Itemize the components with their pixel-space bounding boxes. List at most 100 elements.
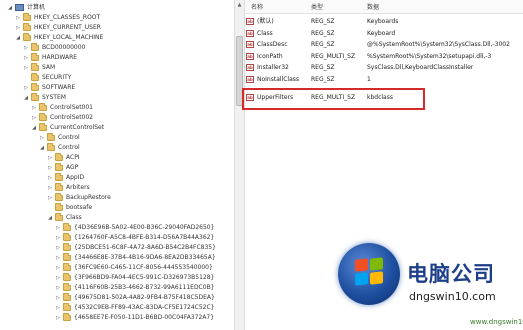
collapsed-arrow-icon[interactable]: ▷ xyxy=(54,293,62,303)
tree-item[interactable]: ▷ {34466E8E-37B4-4B16-9DA6-8EA2DB33465A} xyxy=(54,253,216,263)
folder-icon xyxy=(63,243,71,251)
tree-item[interactable]: ▷ Control xyxy=(38,133,80,143)
folder-icon xyxy=(55,203,63,211)
collapsed-arrow-icon[interactable]: ▷ xyxy=(54,303,62,313)
tree-item[interactable]: ▷ {4532C9EB-FF89-43AC-83DA-CF5E1724C52C} xyxy=(54,303,215,313)
tree-item[interactable]: bootsafe xyxy=(46,203,92,213)
folder-icon xyxy=(31,73,39,81)
value-data: 1 xyxy=(367,75,371,83)
collapsed-arrow-icon[interactable]: ▷ xyxy=(22,63,30,73)
folder-icon xyxy=(55,183,63,191)
tree-item[interactable]: ▷ AppID xyxy=(46,173,84,183)
collapsed-arrow-icon[interactable]: ▷ xyxy=(22,43,30,53)
collapsed-arrow-icon[interactable]: ▷ xyxy=(54,273,62,283)
collapsed-arrow-icon[interactable]: ▷ xyxy=(54,283,62,293)
tree-item[interactable]: ▷ HKEY_CLASSES_ROOT xyxy=(14,13,100,23)
tree-item-label: BackupRestore xyxy=(66,194,111,201)
folder-icon xyxy=(31,43,39,51)
expanded-arrow-icon[interactable]: ◢ xyxy=(38,143,46,153)
collapsed-arrow-icon[interactable]: ▷ xyxy=(46,153,54,163)
collapsed-arrow-icon[interactable]: ▷ xyxy=(46,163,54,173)
value-type: REG_MULTI_SZ xyxy=(311,52,356,60)
collapsed-arrow-icon[interactable]: ▷ xyxy=(14,23,22,33)
tree-item[interactable]: ▷ BackupRestore xyxy=(46,193,111,203)
value-row[interactable]: ab ClassDesc REG_SZ @%SystemRoot%\System32\… xyxy=(245,39,523,50)
tree-item[interactable]: ▷ {49675D81-502A-4A82-9FB4-B75F418C5DEA} xyxy=(54,293,215,303)
expanded-arrow-icon[interactable]: ◢ xyxy=(46,213,54,223)
tree-item[interactable]: ▷ SOFTWARE xyxy=(22,83,75,93)
folder-icon xyxy=(31,83,39,91)
computer-icon xyxy=(15,4,24,11)
folder-icon xyxy=(63,263,71,271)
column-type-header[interactable]: 类型 xyxy=(311,2,323,11)
string-value-icon: ab xyxy=(246,64,254,71)
collapsed-arrow-icon[interactable]: ▷ xyxy=(22,53,30,63)
tree-item-label: Arbiters xyxy=(66,184,90,191)
collapsed-arrow-icon[interactable]: ▷ xyxy=(14,13,22,23)
collapsed-arrow-icon[interactable]: ▷ xyxy=(22,83,30,93)
tree-item[interactable]: ▷ SAM xyxy=(22,63,55,73)
value-row[interactable]: ab NoInstallClass REG_SZ 1 xyxy=(245,74,523,85)
tree-item[interactable]: ◢ CurrentControlSet xyxy=(30,123,104,133)
tree-item[interactable]: ▷ {25DBCE51-6C8F-4A72-8A6D-B54C2B4FC835} xyxy=(54,243,216,253)
tree-item-label: bootsafe xyxy=(66,204,93,211)
expanded-arrow-icon[interactable]: ◢ xyxy=(30,123,38,133)
tree-item-label: {3F966BD9-FA04-4EC5-991C-D326973B5128} xyxy=(74,274,215,281)
tree-item[interactable]: ▷ {4D36E96B-5A02-4E00-B36C-29040FAD2650} xyxy=(54,223,214,233)
expanded-arrow-icon[interactable]: ◢ xyxy=(6,3,14,13)
tree-item[interactable]: SECURITY xyxy=(22,73,71,83)
folder-icon xyxy=(63,293,71,301)
collapsed-arrow-icon[interactable]: ▷ xyxy=(54,243,62,253)
tree-item[interactable]: ▷ {4116F60B-25B3-4662-B732-99A6111EDC0B} xyxy=(54,283,215,293)
column-name-header[interactable]: 名称 xyxy=(251,2,263,11)
collapsed-arrow-icon[interactable]: ▷ xyxy=(46,183,54,193)
collapsed-arrow-icon[interactable]: ▷ xyxy=(30,113,38,123)
tree-item[interactable]: ▷ ControlSet001 xyxy=(30,103,93,113)
value-row[interactable]: ab IconPath REG_MULTI_SZ %SystemRoot%\Syste… xyxy=(245,51,523,62)
windows-flag-icon xyxy=(355,257,385,287)
collapsed-arrow-icon[interactable]: ▷ xyxy=(54,313,62,323)
collapsed-arrow-icon[interactable]: ▷ xyxy=(54,253,62,263)
collapsed-arrow-icon[interactable]: ▷ xyxy=(54,223,62,233)
tree-item-label: BCD00000000 xyxy=(42,44,86,51)
collapsed-arrow-icon[interactable]: ▷ xyxy=(46,173,54,183)
tree-item[interactable]: ▷ ControlSet002 xyxy=(30,113,93,123)
tree-item[interactable]: ◢ Control xyxy=(38,143,80,153)
column-data-header[interactable]: 数据 xyxy=(367,2,379,11)
collapsed-arrow-icon[interactable]: ▷ xyxy=(54,233,62,243)
tree-item[interactable]: ▷ {4658EE7E-F050-11D1-B6BD-00C04FA372A7} xyxy=(54,313,214,323)
collapsed-arrow-icon[interactable]: ▷ xyxy=(38,133,46,143)
tree-scrollbar[interactable]: ▲ xyxy=(234,0,245,330)
value-row[interactable]: ab Class REG_SZ Keyboard xyxy=(245,28,523,39)
tree-item[interactable]: ▷ {3F966BD9-FA04-4EC5-991C-D326973B5128} xyxy=(54,273,214,283)
tree-item-label: 计算机 xyxy=(27,4,46,11)
folder-icon xyxy=(39,113,47,121)
tree-item[interactable]: ◢ SYSTEM xyxy=(22,93,66,103)
tree-item[interactable]: ▷ {1264760F-A5C8-4BFE-B314-D56A7B44A362} xyxy=(54,233,214,243)
tree-item[interactable]: ▷ Arbiters xyxy=(46,183,90,193)
collapsed-arrow-icon[interactable]: ▷ xyxy=(54,263,62,273)
tree-item[interactable]: ▷ {36FC9E60-C465-11CF-8056-444553540000} xyxy=(54,263,213,273)
tree-item[interactable]: ◢ HKEY_LOCAL_MACHINE xyxy=(14,33,103,43)
folder-icon xyxy=(39,103,47,111)
tree-item[interactable]: ▷ AGP xyxy=(46,163,78,173)
folder-icon xyxy=(55,163,63,171)
tree-item[interactable]: ▷ BCD00000000 xyxy=(22,43,85,53)
folder-icon xyxy=(63,283,71,291)
expanded-arrow-icon[interactable]: ◢ xyxy=(14,33,22,43)
collapsed-arrow-icon[interactable]: ▷ xyxy=(30,103,38,113)
collapsed-arrow-icon[interactable]: ▷ xyxy=(46,193,54,203)
tree-item-label: HKEY_CURRENT_USER xyxy=(34,24,101,31)
tree-item[interactable]: ▷ HKEY_CURRENT_USER xyxy=(14,23,101,33)
folder-icon xyxy=(55,173,63,181)
tree-item[interactable]: ◢ 计算机 xyxy=(6,3,45,13)
tree-item-label: {34466E8E-37B4-4B16-9DA6-8EA2DB33465A} xyxy=(74,254,216,261)
tree-item[interactable]: ▷ HARDWARE xyxy=(22,53,77,63)
tree-item[interactable]: ▷ ACPI xyxy=(46,153,80,163)
expanded-arrow-icon[interactable]: ◢ xyxy=(22,93,30,103)
tree-item-label: Class xyxy=(66,214,82,221)
tree-item[interactable]: ◢ Class xyxy=(46,213,82,223)
value-row[interactable]: ab (默认) REG_SZ Keyboards xyxy=(245,16,523,27)
value-row[interactable]: ab Installer32 REG_SZ SysClass.Dll,Keyboard… xyxy=(245,62,523,73)
scroll-up-icon[interactable]: ▲ xyxy=(235,0,244,10)
